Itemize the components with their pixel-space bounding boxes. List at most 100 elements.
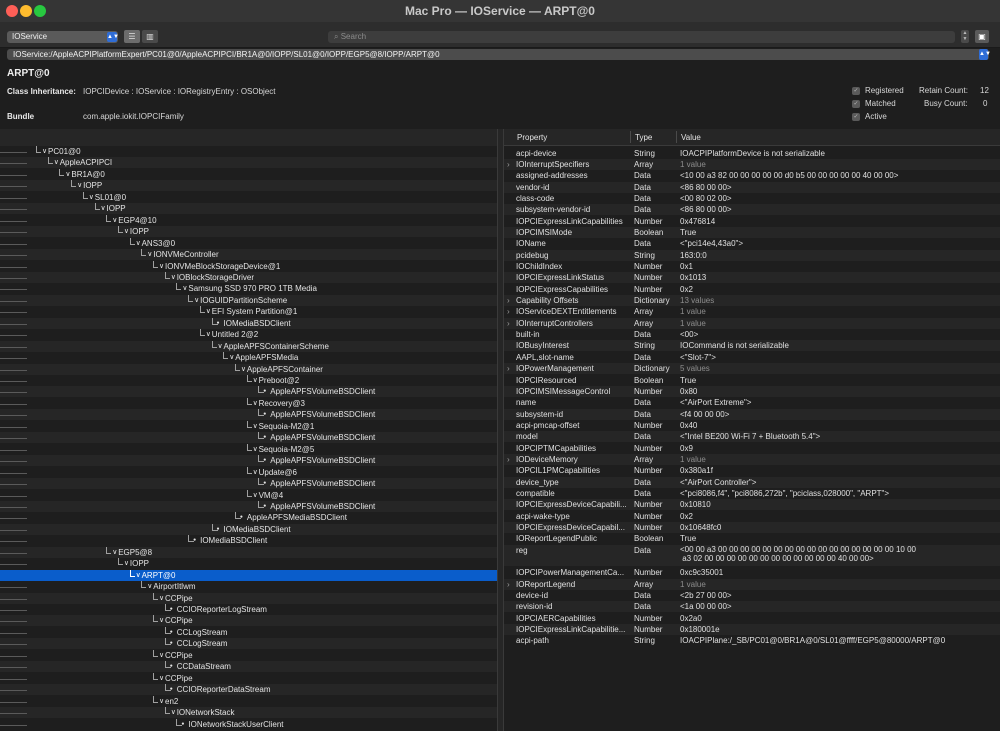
property-row[interactable]: IOPCIL1PMCapabilities Number 0x380a1f xyxy=(504,465,1000,476)
tree-row[interactable]: ∨ IOBlockStorageDriver xyxy=(0,271,497,283)
chevron-down-icon[interactable]: ∨ xyxy=(112,547,117,558)
property-row[interactable]: revision-id Data <1a 00 00 00> xyxy=(504,601,1000,613)
tree-row[interactable]: ● CCDataStream xyxy=(0,661,497,673)
tree-row[interactable]: ● IONetworkStackUserClient xyxy=(0,718,497,730)
chevron-down-icon[interactable]: ∨ xyxy=(159,673,164,684)
tree-row[interactable]: ● AppleAPFSVolumeBSDClient xyxy=(0,455,497,467)
chevron-down-icon[interactable]: ∨ xyxy=(159,615,164,626)
chevron-down-icon[interactable]: ∨ xyxy=(253,398,258,409)
tree-row[interactable]: ∨ Sequoia-M2@5 xyxy=(0,443,497,455)
property-row[interactable]: › IOServiceDEXTEntitlements Array 1 value xyxy=(504,306,1000,317)
property-row[interactable]: IOPCIPowerManagementCa... Number 0xc9c3500… xyxy=(504,567,1000,578)
chevron-down-icon[interactable]: ∨ xyxy=(194,295,199,306)
tree-row[interactable]: ∨ IONVMeController xyxy=(0,249,497,261)
tree-row[interactable]: ∨ Update@6 xyxy=(0,466,497,478)
tree-row[interactable]: ∨ ARPT@0 xyxy=(0,569,497,581)
property-row[interactable]: › IOPowerManagement Dictionary 5 values xyxy=(504,363,1000,375)
property-row[interactable]: pcidebug String 163:0:0 xyxy=(504,249,1000,261)
chevron-down-icon[interactable]: ∨ xyxy=(159,261,164,272)
chevron-down-icon[interactable]: ∨ xyxy=(253,444,258,455)
chevron-down-icon[interactable]: ∨ xyxy=(42,146,47,157)
tree-row[interactable]: ● CCLogStream xyxy=(0,626,497,638)
tree-row[interactable]: ● AppleAPFSVolumeBSDClient xyxy=(0,386,497,398)
property-row[interactable]: IOPCIExpressDeviceCapabil... Number 0x1064… xyxy=(504,522,1000,534)
property-row[interactable]: › IOInterruptSpecifiers Array 1 value xyxy=(504,158,1000,170)
property-row[interactable]: IOPCIPTMCapabilities Number 0x9 xyxy=(504,443,1000,454)
chevron-down-icon[interactable]: ∨ xyxy=(182,283,187,294)
property-row[interactable]: name Data <"AirPort Extreme"> xyxy=(504,397,1000,408)
property-row[interactable]: IOPCIExpressLinkCapabilities Number 0x4768… xyxy=(504,216,1000,227)
tree-row[interactable]: ● IOMediaBSDClient xyxy=(0,535,497,546)
chevron-down-icon[interactable]: ∨ xyxy=(147,581,152,592)
tree-row[interactable]: ∨ AppleAPFSContainer xyxy=(0,363,497,375)
tree-row[interactable]: ∨ IOPP xyxy=(0,558,497,569)
property-row[interactable]: device-id Data <2b 27 00 00> xyxy=(504,590,1000,601)
tree-row[interactable]: ∨ CCPipe xyxy=(0,649,497,661)
chevron-down-icon[interactable]: ∨ xyxy=(89,192,94,203)
chevron-down-icon[interactable]: ∨ xyxy=(77,180,82,191)
chevron-down-icon[interactable]: ∨ xyxy=(124,558,129,569)
property-row[interactable]: IOName Data <"pci14e4,43a0"> xyxy=(504,238,1000,249)
chevron-down-icon[interactable]: ∨ xyxy=(136,238,141,249)
tree-row[interactable]: ● IOMediaBSDClient xyxy=(0,523,497,535)
tree-row[interactable]: ∨ IONVMeBlockStorageDevice@1 xyxy=(0,260,497,272)
browser-view-button[interactable]: ▥ xyxy=(142,30,158,43)
chevron-down-icon[interactable]: ∨ xyxy=(159,650,164,661)
registry-path-popup[interactable]: IOService:/AppleACPIPlatformExpert/PC01@… xyxy=(7,49,991,60)
tree-row[interactable]: ∨ CCPipe xyxy=(0,592,497,604)
chevron-right-icon[interactable]: › xyxy=(507,454,510,465)
property-row[interactable]: acpi-path String IOACPIPlane:/_SB/PC01@0/B… xyxy=(504,635,1000,646)
tree-row[interactable]: ∨ AppleAPFSMedia xyxy=(0,352,497,363)
tree-row[interactable]: ∨ EFI System Partition@1 xyxy=(0,306,497,317)
chevron-right-icon[interactable]: › xyxy=(507,306,510,317)
chevron-down-icon[interactable]: ∨ xyxy=(171,707,176,718)
property-row[interactable]: acpi-wake-type Number 0x2 xyxy=(504,511,1000,522)
chevron-down-icon[interactable]: ∨ xyxy=(101,203,106,214)
property-row[interactable]: IOPCIMSIMode Boolean True xyxy=(504,226,1000,238)
property-row[interactable]: reg Data <00 00 a3 00 00 00 00 00 00 00 00… xyxy=(504,544,1000,566)
tree-row[interactable]: ∨ AppleACPIPCI xyxy=(0,157,497,169)
property-row[interactable]: IOPCIExpressCapabilities Number 0x2 xyxy=(504,284,1000,295)
chevron-down-icon[interactable]: ∨ xyxy=(253,490,258,501)
property-row[interactable]: IOPCIExpressLinkStatus Number 0x1013 xyxy=(504,272,1000,284)
property-row[interactable]: subsystem-vendor-id Data <86 80 00 00> xyxy=(504,204,1000,216)
property-row[interactable]: model Data <"Intel BE200 Wi-Fi 7 + Bluetoo… xyxy=(504,431,1000,443)
tree-row[interactable]: ∨ SL01@0 xyxy=(0,191,497,203)
chevron-down-icon[interactable]: ∨ xyxy=(136,570,141,581)
property-row[interactable]: IOPCIMSIMessageControl Number 0x80 xyxy=(504,385,1000,397)
chevron-down-icon[interactable]: ∨ xyxy=(112,215,117,226)
chevron-down-icon[interactable]: ∨ xyxy=(147,249,152,260)
property-row[interactable]: › Capability Offsets Dictionary 13 values xyxy=(504,295,1000,307)
tree-row[interactable]: ∨ IOPP xyxy=(0,226,497,238)
property-row[interactable]: class-code Data <00 80 02 00> xyxy=(504,193,1000,204)
chevron-down-icon[interactable]: ∨ xyxy=(124,226,129,237)
property-column-header[interactable]: Property xyxy=(517,133,547,142)
split-view-divider[interactable] xyxy=(497,129,504,731)
tree-row[interactable]: ∨ VM@4 xyxy=(0,489,497,501)
chevron-down-icon[interactable]: ∨ xyxy=(159,696,164,707)
tree-row[interactable]: ● CCIOReporterLogStream xyxy=(0,604,497,615)
property-row[interactable]: › IOReportLegend Array 1 value xyxy=(504,578,1000,590)
chevron-right-icon[interactable]: › xyxy=(507,363,510,374)
tree-row[interactable]: ∨ IONetworkStack xyxy=(0,707,497,719)
tree-row[interactable]: ● CCIOReporterDataStream xyxy=(0,684,497,696)
property-row[interactable]: IOPCIResourced Boolean True xyxy=(504,375,1000,386)
tree-row[interactable]: ● AppleAPFSVolumeBSDClient xyxy=(0,409,497,421)
tree-row[interactable]: ∨ EGP4@10 xyxy=(0,214,497,226)
property-row[interactable]: compatible Data <"pci8086,f4", "pci8086,27… xyxy=(504,488,1000,499)
registry-tree[interactable]: ∨ PC01@0 ∨ AppleACPIPCI ∨ BR1A@0 ∨ IOPP ∨ SL01@0 ∨… xyxy=(0,146,497,731)
tree-row[interactable]: ● AppleAPFSVolumeBSDClient xyxy=(0,432,497,444)
tree-row[interactable]: ∨ Sequoia-M2@1 xyxy=(0,420,497,432)
tree-row[interactable]: ∨ Preboot@2 xyxy=(0,375,497,386)
plane-popup[interactable]: IOService ▲▼ xyxy=(7,31,119,43)
property-row[interactable]: IOBusyInterest String IOCommand is not ser… xyxy=(504,340,1000,352)
tree-row[interactable]: ∨ IOPP xyxy=(0,203,497,215)
tree-row[interactable]: ∨ AppleAPFSContainerScheme xyxy=(0,340,497,352)
property-row[interactable]: › IODeviceMemory Array 1 value xyxy=(504,453,1000,465)
property-row[interactable]: IOPCIExpressDeviceCapabili... Number 0x108… xyxy=(504,499,1000,511)
list-view-button[interactable]: ☰ xyxy=(124,30,140,43)
property-row[interactable]: device_type Data <"AirPort Controller"> xyxy=(504,476,1000,488)
search-field[interactable]: ⌕ Search xyxy=(328,31,955,43)
property-row[interactable]: IOPCIExpressLinkCapabilitie... Number 0x18… xyxy=(504,624,1000,636)
type-column-header[interactable]: Type xyxy=(635,133,652,142)
